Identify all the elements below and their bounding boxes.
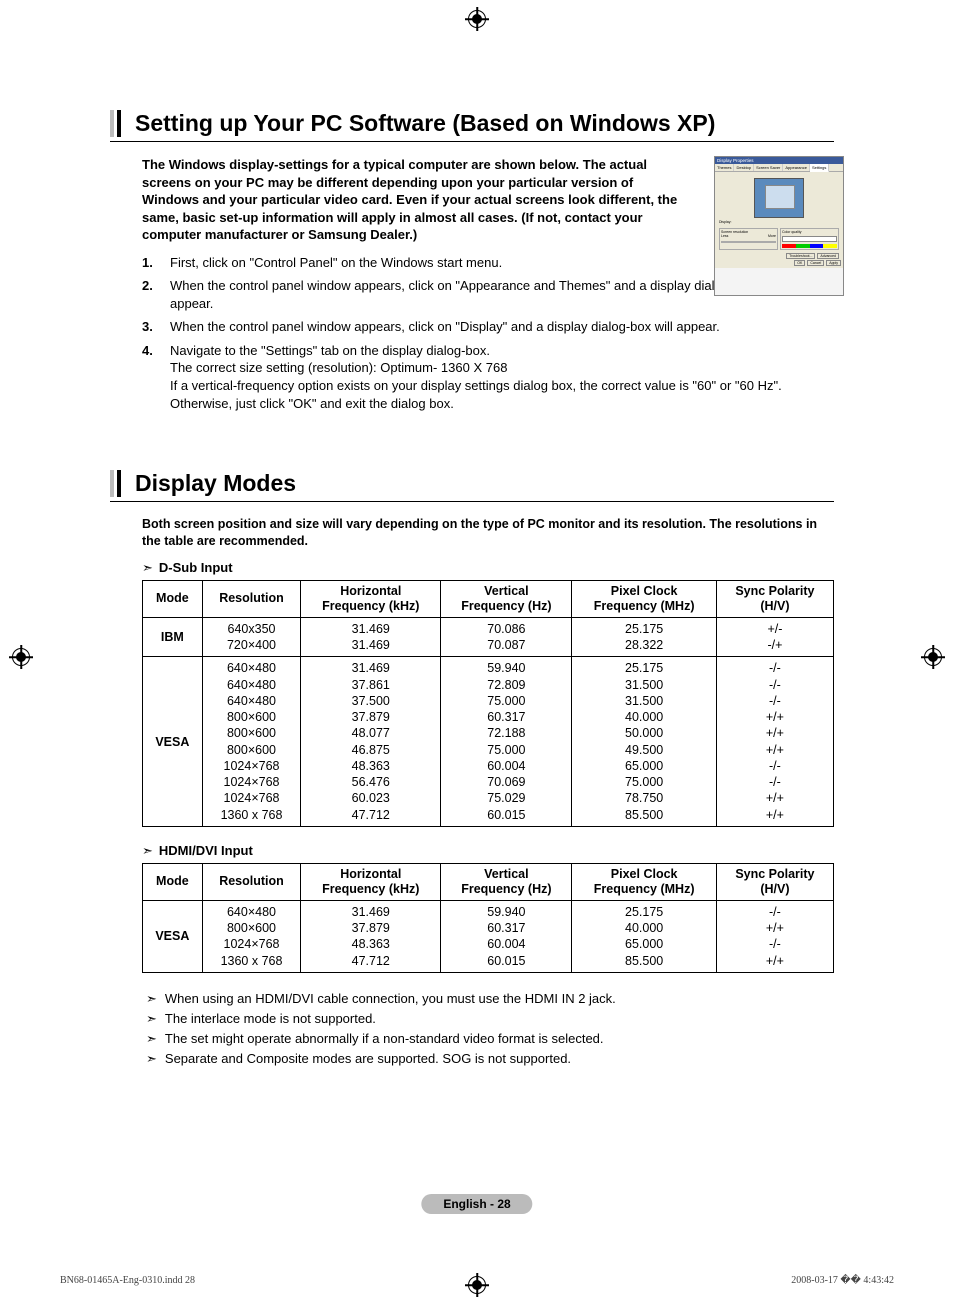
registration-mark-icon (468, 10, 486, 28)
intro-text: The Windows display-settings for a typic… (142, 156, 682, 244)
data-cell: 25.17528.322 (572, 617, 716, 657)
step-text: When the control panel window appears, c… (170, 277, 802, 312)
heading-bars-icon (110, 470, 121, 497)
registration-mark-icon (12, 648, 30, 666)
fig-tab: Screen Saver (754, 164, 783, 171)
step-text: First, click on "Control Panel" on the W… (170, 254, 802, 272)
table-row: IBM640x350720×40031.46931.46970.08670.08… (143, 617, 834, 657)
mode-cell: IBM (143, 617, 203, 657)
table-header: Vertical Frequency (Hz) (441, 580, 572, 617)
note-item: When using an HDMI/DVI cable connection,… (146, 991, 834, 1007)
table-header: Horizontal Frequency (kHz) (301, 580, 441, 617)
table-row: VESA640×480800×6001024×7681360 x 76831.4… (143, 900, 834, 972)
page-number-badge: English - 28 (421, 1194, 532, 1214)
heading-bars-icon (110, 110, 121, 137)
step-item: When the control panel window appears, c… (142, 277, 802, 312)
data-cell: 25.17531.50031.50040.00050.00049.50065.0… (572, 657, 716, 827)
notes-list: When using an HDMI/DVI cable connection,… (142, 991, 834, 1067)
hdmi-table: ModeResolutionHorizontal Frequency (kHz)… (142, 863, 834, 973)
fig-display-label: Display: (719, 220, 839, 224)
fig-quality-label: Color quality (782, 230, 837, 234)
registration-mark-icon (924, 648, 942, 666)
step-text: Navigate to the "Settings" tab on the di… (170, 342, 802, 412)
fig-tabs: Themes Desktop Screen Saver Appearance S… (715, 164, 843, 172)
sub-label-dsub: D-Sub Input (142, 560, 834, 576)
mode-cell: VESA (143, 657, 203, 827)
imprint-footer: BN68-01465A-Eng-0310.indd 28 2008-03-17 … (60, 1275, 894, 1286)
page-content: Setting up Your PC Software (Based on Wi… (110, 110, 834, 1071)
imprint-file: BN68-01465A-Eng-0310.indd 28 (60, 1275, 195, 1286)
fig-troubleshoot-button: Troubleshoot... (786, 253, 815, 259)
data-cell: -/-+/+-/-+/+ (716, 900, 833, 972)
data-cell: 640×480800×6001024×7681360 x 768 (202, 900, 301, 972)
table-header: Horizontal Frequency (kHz) (301, 863, 441, 900)
data-cell: 31.46937.86137.50037.87948.07746.87548.3… (301, 657, 441, 827)
table-header: Vertical Frequency (Hz) (441, 863, 572, 900)
dsub-table: ModeResolutionHorizontal Frequency (kHz)… (142, 580, 834, 827)
step-item: Navigate to the "Settings" tab on the di… (142, 342, 802, 412)
note-text: When using an HDMI/DVI cable connection,… (165, 991, 616, 1006)
section-title: Display Modes (135, 470, 296, 497)
data-cell: 640x350720×400 (202, 617, 301, 657)
mode-cell: VESA (143, 900, 203, 972)
data-cell: 640×480640×480640×480800×600800×600800×6… (202, 657, 301, 827)
table-header: Sync Polarity (H/V) (716, 580, 833, 617)
fig-ok-button: OK (794, 260, 805, 266)
fig-tab: Themes (715, 164, 734, 171)
data-cell: +/--/+ (716, 617, 833, 657)
display-properties-figure: Display Properties Themes Desktop Screen… (714, 156, 844, 296)
data-cell: 70.08670.087 (441, 617, 572, 657)
data-cell: 31.46937.87948.36347.712 (301, 900, 441, 972)
note-item: The interlace mode is not supported. (146, 1011, 834, 1027)
data-cell: -/--/--/-+/++/++/+-/--/-+/++/+ (716, 657, 833, 827)
fig-advanced-button: Advanced (817, 253, 839, 259)
table-header: Resolution (202, 580, 301, 617)
note-item: Separate and Composite modes are support… (146, 1051, 834, 1067)
table-header: Pixel Clock Frequency (MHz) (572, 863, 716, 900)
monitor-icon (754, 178, 804, 218)
steps-list: First, click on "Control Panel" on the W… (142, 254, 802, 412)
fig-tab: Appearance (783, 164, 810, 171)
sub-label-hdmi: HDMI/DVI Input (142, 843, 834, 859)
imprint-date: 2008-03-17 �� 4:43:42 (791, 1275, 894, 1286)
fig-cancel-button: Cancel (807, 260, 824, 266)
section-body: Both screen position and size will vary … (110, 516, 834, 1067)
fig-tab: Desktop (734, 164, 754, 171)
data-cell: 31.46931.469 (301, 617, 441, 657)
note-text: Separate and Composite modes are support… (165, 1051, 571, 1066)
section-heading: Setting up Your PC Software (Based on Wi… (110, 110, 834, 142)
step-text: When the control panel window appears, c… (170, 318, 802, 336)
fig-more: More (768, 234, 776, 238)
section-title: Setting up Your PC Software (Based on Wi… (135, 110, 715, 137)
table-header: Mode (143, 863, 203, 900)
table-row: VESA640×480640×480640×480800×600800×6008… (143, 657, 834, 827)
table-header: Resolution (202, 863, 301, 900)
data-cell: 59.94072.80975.00060.31772.18875.00060.0… (441, 657, 572, 827)
section-heading: Display Modes (110, 470, 834, 502)
fig-apply-button: Apply (826, 260, 841, 266)
step-item: First, click on "Control Panel" on the W… (142, 254, 802, 272)
table-header: Pixel Clock Frequency (MHz) (572, 580, 716, 617)
section-body: The Windows display-settings for a typic… (110, 156, 834, 412)
table-header: Sync Polarity (H/V) (716, 863, 833, 900)
data-cell: 25.17540.00065.00085.500 (572, 900, 716, 972)
note-text: The set might operate abnormally if a no… (165, 1031, 604, 1046)
fig-window-title: Display Properties (715, 157, 843, 164)
table-header: Mode (143, 580, 203, 617)
intro-text: Both screen position and size will vary … (142, 516, 834, 550)
fig-tab-active: Settings (810, 164, 829, 172)
fig-less: Less (721, 234, 728, 238)
note-text: The interlace mode is not supported. (165, 1011, 376, 1026)
note-item: The set might operate abnormally if a no… (146, 1031, 834, 1047)
data-cell: 59.94060.31760.00460.015 (441, 900, 572, 972)
step-item: When the control panel window appears, c… (142, 318, 802, 336)
